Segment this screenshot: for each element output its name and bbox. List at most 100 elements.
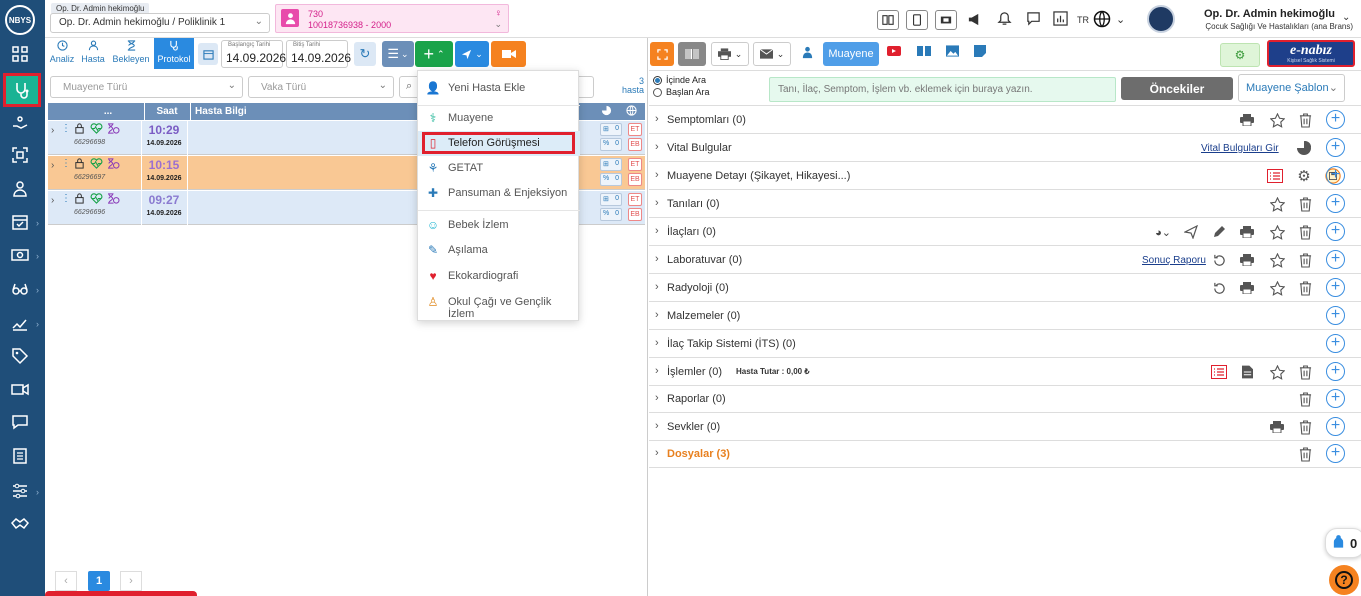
muayene-type-select[interactable]: Muayene Türü ⌄ — [50, 76, 243, 98]
menu-item-aşılama[interactable]: ✎ Aşılama — [418, 238, 580, 263]
doc-count-badge[interactable]: ⊞ 0 — [600, 158, 622, 171]
menu-item-ekokardiografi[interactable]: ♥ Ekokardiografi — [418, 264, 580, 289]
column-header-saat[interactable]: Saat — [144, 106, 190, 117]
pagination-page[interactable]: 1 — [88, 571, 110, 591]
envelope-icon[interactable]: ⌄ — [753, 42, 791, 66]
printer-icon[interactable] — [1269, 419, 1285, 435]
chevron-right-icon[interactable]: › — [655, 309, 659, 321]
section-12[interactable]: › Dosyalar (3) + — [649, 440, 1361, 468]
section-label[interactable]: İşlemler (0) — [667, 366, 722, 378]
ticket-icon[interactable] — [935, 10, 957, 30]
patient-card[interactable]: 730 10018736938 - 2000 ♀ ⌄ — [275, 4, 509, 33]
star-icon[interactable] — [1269, 224, 1285, 240]
section-7[interactable]: › Malzemeler (0) + — [649, 302, 1361, 330]
section-link[interactable]: Vital Bulguları Gir — [1201, 143, 1279, 154]
chevron-right-icon[interactable]: › — [655, 141, 659, 153]
grid-icon[interactable] — [0, 41, 40, 67]
video-icon[interactable] — [0, 376, 40, 402]
end-date-field[interactable]: Bitiş Tarihi 14.09.2026 — [286, 40, 351, 68]
send-icon[interactable] — [1183, 224, 1199, 240]
et-badge[interactable]: ET — [628, 123, 642, 136]
section-label[interactable]: İlaç Takip Sistemi (İTS) (0) — [667, 338, 796, 350]
section-8[interactable]: › İlaç Takip Sistemi (İTS) (0) + — [649, 330, 1361, 358]
add-circle-icon[interactable]: + — [1326, 306, 1345, 325]
section-9[interactable]: › İşlemler (0) Hasta Tutar : 0,00 ₺ + — [649, 358, 1361, 386]
send-icon[interactable]: ⌄ — [455, 41, 489, 67]
section-label[interactable]: İlaçları (0) — [667, 226, 716, 238]
section-label[interactable]: Dosyalar (3) — [667, 448, 730, 460]
menu-item-okul-çağı-ve-gençlik-i-zlem[interactable]: ♙ Okul Çağı ve Gençlik İzlem — [418, 290, 580, 320]
youtube-icon[interactable] — [887, 46, 901, 59]
add-circle-icon[interactable]: + — [1326, 250, 1345, 269]
add-circle-icon[interactable]: + — [1326, 138, 1345, 157]
chevron-right-icon[interactable]: › — [655, 447, 659, 459]
eb-badge[interactable]: EB — [628, 138, 642, 151]
add-circle-icon[interactable]: + — [1326, 444, 1345, 463]
chevron-right-icon[interactable]: › — [655, 169, 659, 181]
section-label[interactable]: Semptomları (0) — [667, 114, 746, 126]
printer-icon[interactable] — [1239, 224, 1255, 240]
settings-gears-icon[interactable]: ⚙ — [1220, 43, 1260, 67]
waiting-patients-widget[interactable]: 0 — [1325, 528, 1361, 558]
add-circle-icon[interactable]: + — [1326, 389, 1345, 408]
star-icon[interactable] — [1269, 252, 1285, 268]
glasses-icon[interactable] — [0, 276, 40, 302]
search-option-inside-radio[interactable] — [653, 76, 662, 85]
tab-protokol[interactable]: Protokol — [154, 38, 194, 69]
section-2[interactable]: › Muayene Detayı (Şikayet, Hikayesi...) ⚙… — [649, 162, 1361, 190]
stethoscope-icon[interactable] — [3, 73, 41, 107]
megaphone-icon[interactable] — [967, 12, 982, 30]
pagination-prev[interactable]: ‹ — [55, 571, 77, 591]
section-link[interactable]: Sonuç Raporu — [1142, 255, 1206, 266]
money-icon[interactable] — [0, 242, 40, 268]
image-icon[interactable] — [946, 45, 959, 60]
add-icon[interactable]: + ⌃ — [415, 41, 453, 67]
add-circle-icon[interactable]: + — [1326, 417, 1345, 436]
section-0[interactable]: › Semptomları (0) + — [649, 106, 1361, 134]
search-option-starts-radio[interactable] — [653, 88, 662, 97]
menu-item-pansuman-enjeksiyon[interactable]: ✚ Pansuman & Enjeksiyon — [418, 181, 580, 206]
section-label[interactable]: Vital Bulgular — [667, 142, 732, 154]
menu-item-bebek-i-zlem[interactable]: ☺ Bebek İzlem — [418, 213, 580, 238]
section-label[interactable]: Sevkler (0) — [667, 421, 720, 433]
section-10[interactable]: › Raporlar (0) + — [649, 385, 1361, 413]
enabiz-logo[interactable]: e-nabız Kişisel Sağlık Sistemi — [1267, 40, 1355, 67]
list-icon[interactable] — [1267, 168, 1283, 184]
star-icon[interactable] — [1269, 280, 1285, 296]
chevron-down-icon[interactable]: ⌄ — [1116, 13, 1125, 26]
trash-icon[interactable] — [1297, 364, 1313, 380]
menu-item-getat[interactable]: ⚘ GETAT — [418, 156, 580, 181]
percent-count-badge[interactable]: % 0 — [600, 138, 622, 151]
section-label[interactable]: Malzemeler (0) — [667, 310, 740, 322]
printer-icon[interactable] — [1239, 252, 1255, 268]
tab-muayene[interactable]: Muayene — [823, 42, 879, 66]
expand-chevron-icon[interactable]: › — [51, 195, 54, 206]
section-4[interactable]: › İlaçları (0) ◕⌄ + — [649, 218, 1361, 246]
search-input[interactable]: Tanı, İlaç, Semptom, İşlem vb. eklemek i… — [769, 77, 1116, 102]
barcode-icon[interactable] — [678, 42, 706, 66]
chevron-right-icon[interactable]: › — [655, 253, 659, 265]
tag-icon[interactable] — [0, 343, 40, 369]
trash-icon[interactable] — [1297, 419, 1313, 435]
book-open-icon[interactable] — [917, 45, 931, 60]
handshake-icon[interactable] — [0, 511, 40, 537]
template-select[interactable]: Muayene Şablon ⌄ — [1238, 74, 1345, 102]
section-label[interactable]: Muayene Detayı (Şikayet, Hikayesi...) — [667, 170, 850, 182]
list-icon[interactable] — [1211, 364, 1227, 380]
printer-icon[interactable] — [1239, 280, 1255, 296]
add-circle-icon[interactable]: + — [1326, 166, 1345, 185]
tab-bekleyen[interactable]: Bekleyen — [111, 40, 151, 68]
tab-hasta[interactable]: Hasta — [80, 40, 106, 68]
undo-icon[interactable] — [1211, 252, 1227, 268]
star-icon[interactable] — [1269, 196, 1285, 212]
undo-icon[interactable] — [1211, 280, 1227, 296]
row-menu-icon[interactable]: ⋮ — [61, 158, 71, 169]
chart-box-icon[interactable] — [1053, 11, 1068, 29]
menu-item-muayene[interactable]: ⚕ Muayene — [418, 106, 580, 131]
doc-count-badge[interactable]: ⊞ 0 — [600, 193, 622, 206]
sms-icon[interactable] — [0, 409, 40, 435]
add-circle-icon[interactable]: + — [1326, 278, 1345, 297]
add-circle-icon[interactable]: + — [1326, 110, 1345, 129]
section-3[interactable]: › Tanıları (0) + — [649, 190, 1361, 218]
chevron-right-icon[interactable]: › — [655, 365, 659, 377]
